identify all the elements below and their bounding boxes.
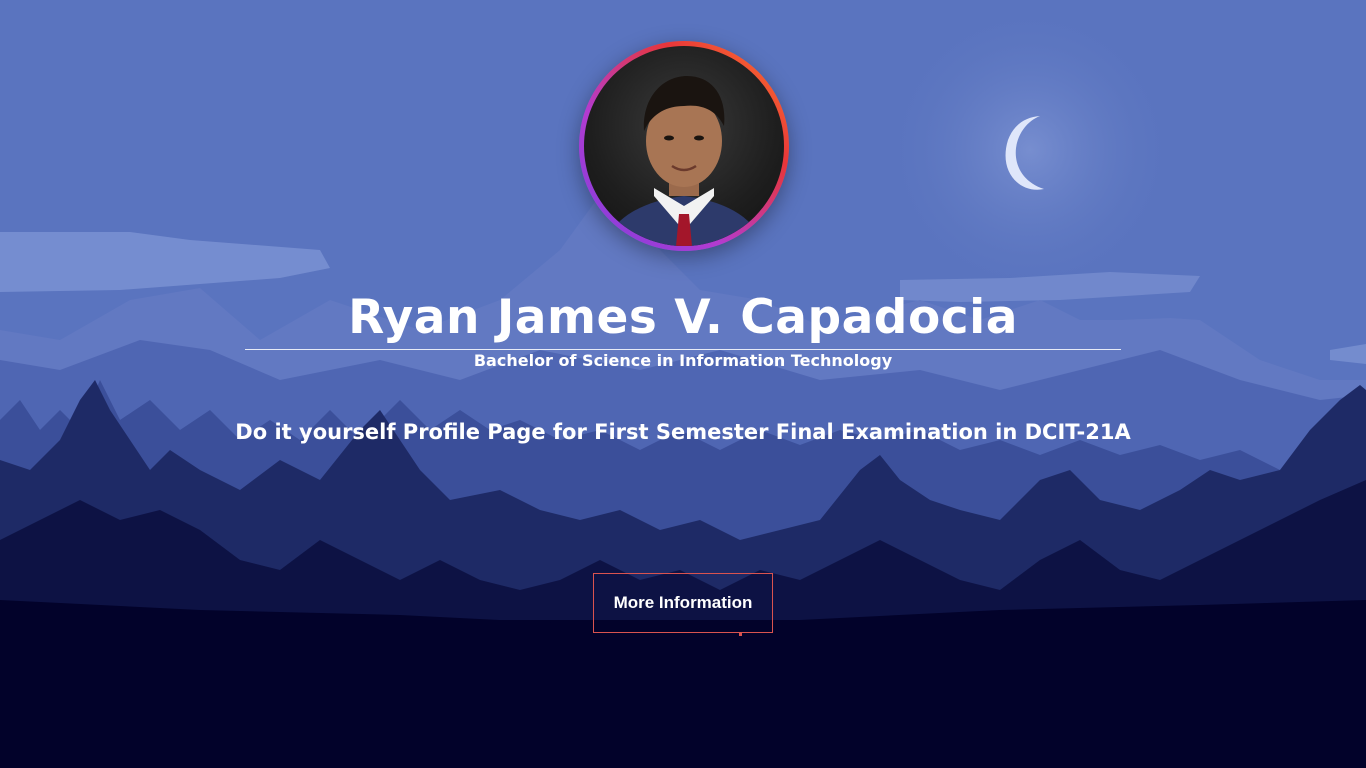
profile-degree: Bachelor of Science in Information Techn… (473, 351, 893, 370)
profile-name: Ryan James V. Capadocia (348, 290, 1018, 345)
profile-photo (584, 46, 784, 246)
profile-avatar (579, 41, 789, 251)
profile-page: Ryan James V. Capadocia Bachelor of Scie… (0, 0, 1366, 768)
profile-tagline: Do it yourself Profile Page for First Se… (235, 420, 1131, 444)
button-accent-dot (739, 633, 742, 636)
more-information-button[interactable]: More Information (593, 573, 773, 633)
name-divider (245, 349, 1121, 350)
